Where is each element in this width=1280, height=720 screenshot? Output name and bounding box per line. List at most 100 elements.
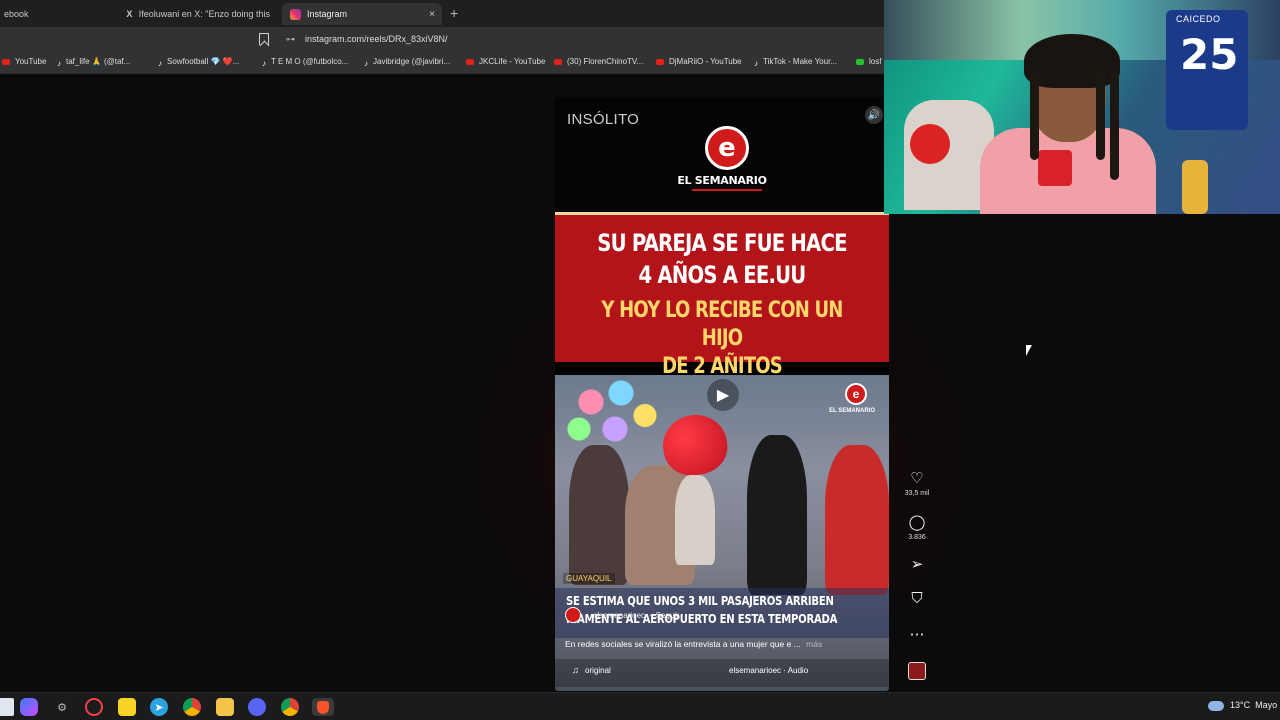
bookmark-tiktok[interactable]: ♪ TikTok - Make Your... [754, 57, 837, 68]
headline-text-1: SU PAREJA SE FUE HACE [597, 229, 847, 257]
start-icon[interactable] [0, 698, 14, 716]
play-icon[interactable]: ▶ [707, 379, 739, 411]
person-image [747, 435, 807, 595]
reel-header-graphic: INSÓLITO 🔊 e EL SEMANARIO [555, 97, 889, 212]
share-button[interactable]: ➢ [897, 556, 937, 574]
new-tab-button[interactable]: + [450, 5, 458, 21]
logo-underline [692, 189, 762, 191]
x-icon: X [126, 9, 133, 19]
tiktok-icon: ♪ [754, 58, 758, 68]
comment-button[interactable]: ◯ 3.836 [897, 514, 937, 541]
reel-tag: INSÓLITO [567, 111, 640, 128]
temperature: 13°C [1230, 700, 1251, 710]
screen: { "tabs": [ {"title": "ebook", "icon": "… [0, 0, 1280, 720]
account-row: elsemanarioec · Seguir [565, 607, 679, 623]
bookmark-djmariio[interactable]: DjMaRiiO - YouTube [656, 57, 742, 66]
settings-icon[interactable]: ⚙ [53, 698, 71, 716]
tab-title: Ifeoluwani en X: "Enzo doing this [138, 9, 270, 19]
like-button[interactable]: ♡ 33,5 mil [897, 470, 937, 497]
url-field[interactable]: instagram.com/reels/DRx_83xiV8N/ [305, 34, 448, 44]
bookmark-label: TikTok - Make Your... [763, 57, 837, 66]
logo-text: EL SEMANARIO [677, 174, 767, 187]
copilot-icon[interactable] [20, 698, 38, 716]
tab-instagram[interactable]: Instagram × [282, 3, 442, 25]
person-image [825, 445, 889, 595]
caption: En redes sociales se viralizó la entrevi… [565, 639, 822, 649]
heart-icon: ♡ [910, 470, 924, 487]
avatar[interactable] [565, 607, 581, 623]
kick-icon [856, 58, 864, 65]
bookmark-label: DjMaRiiO - YouTube [669, 57, 742, 66]
discord-icon[interactable] [248, 698, 266, 716]
tab-title: Instagram [307, 9, 348, 19]
more-options-button[interactable]: ⋯ [897, 626, 937, 644]
browser-icon[interactable] [85, 698, 103, 716]
audio-thumbnail[interactable] [908, 662, 926, 680]
tiktok-icon: ♪ [57, 58, 61, 68]
bookmark-label: YouTube [15, 57, 47, 66]
chair-logo-image [910, 124, 950, 164]
jersey-number: 25 [1180, 30, 1239, 79]
bookmark-label: T E M O (@futbolco... [271, 57, 349, 66]
bookmark-label: (30) FlorenChinoTV... [567, 57, 644, 66]
youtube-icon [2, 58, 10, 65]
headline-sub: Y HOY LO RECIBE CON UN HIJO DE 2 AÑITOS [585, 297, 859, 381]
reel-player[interactable]: INSÓLITO 🔊 e EL SEMANARIO SU PAREJA SE F… [555, 97, 889, 691]
save-button[interactable]: ⛉ [897, 590, 937, 608]
bookmark-jkclife[interactable]: JKCLife - YouTube [466, 57, 545, 66]
bookmark-kick[interactable]: losf [856, 57, 881, 66]
audio-source[interactable]: elsemanarioec · Audio [729, 666, 808, 675]
tiktok-icon: ♪ [262, 58, 266, 68]
close-icon[interactable]: × [429, 9, 435, 20]
weather-widget[interactable]: 13°C Mayo [1208, 700, 1277, 711]
taskbar: ⚙ ➤ 13°C Mayo [0, 692, 1280, 720]
bookmark-label: losf [869, 57, 882, 66]
tab-title: ebook [4, 9, 29, 19]
tab-x-post[interactable]: X Ifeoluwani en X: "Enzo doing this [118, 3, 278, 25]
video-logo-text: EL SEMANARIO [829, 408, 875, 414]
mouse-cursor-icon [1026, 345, 1032, 356]
sticky-notes-icon[interactable] [118, 698, 136, 716]
bookmark-sowfootball[interactable]: ♪ Sowfootball 💎 ❤️... [158, 57, 240, 68]
music-note-icon: ♫ [572, 665, 579, 675]
bookmark-label: Sowfootball 💎 ❤️... [167, 57, 240, 66]
tiktok-icon: ♪ [364, 58, 368, 68]
bookmark-label: taf_life 🙏 (@taf... [66, 57, 131, 66]
comment-icon: ◯ [908, 514, 926, 531]
audio-row[interactable]: ♫ original elsemanarioec · Audio [555, 659, 889, 687]
bookmark-label: Javibridge (@javibri... [373, 57, 451, 66]
brave-icon[interactable] [312, 698, 334, 716]
bookmark-taf-life[interactable]: ♪ taf_life 🙏 (@taf... [57, 57, 131, 68]
tab-facebook[interactable]: ebook [0, 3, 116, 25]
cloud-icon [1208, 700, 1224, 711]
headline-banner: SU PAREJA SE FUE HACE 4 AÑOS A EE.UU Y HO… [555, 212, 889, 379]
bookmark-icon: ⛉ [911, 590, 923, 607]
youtube-icon [656, 58, 664, 65]
more-link[interactable]: más [806, 639, 822, 649]
bookmark-javibridge[interactable]: ♪ Javibridge (@javibri... [364, 57, 451, 68]
el-semanario-logo: e [705, 126, 749, 170]
bookmark-florenchino[interactable]: (30) FlorenChinoTV... [554, 57, 643, 66]
bookmark-youtube[interactable]: YouTube [2, 57, 46, 66]
comment-count: 3.836 [908, 534, 926, 541]
bookmark-temo[interactable]: ♪ T E M O (@futbolco... [262, 57, 349, 68]
chrome-icon[interactable] [281, 698, 299, 716]
account-name[interactable]: elsemanarioec [593, 611, 645, 620]
jersey-name: CAICEDO [1176, 14, 1221, 24]
file-explorer-icon[interactable] [216, 698, 234, 716]
chrome-icon[interactable] [183, 698, 201, 716]
volume-icon[interactable]: 🔊 [865, 106, 883, 124]
video-logo: e [845, 383, 867, 405]
tiktok-icon: ♪ [158, 58, 162, 68]
telegram-icon[interactable]: ➤ [150, 698, 168, 716]
follow-button[interactable]: Seguir [656, 611, 679, 620]
hoodie-logo [1038, 150, 1072, 186]
site-info-icon[interactable]: ⊶ [286, 34, 295, 45]
audio-label[interactable]: original [585, 666, 611, 675]
like-count: 33,5 mil [904, 490, 930, 497]
person-image [569, 445, 629, 585]
hair-image [1110, 70, 1119, 180]
bookmark-icon[interactable] [259, 33, 269, 45]
video-frame[interactable]: ▶ e EL SEMANARIO GUAYAQUIL SE ESTIMA QUE… [555, 375, 889, 691]
webcam-overlay: CAICEDO 25 [884, 0, 1280, 214]
